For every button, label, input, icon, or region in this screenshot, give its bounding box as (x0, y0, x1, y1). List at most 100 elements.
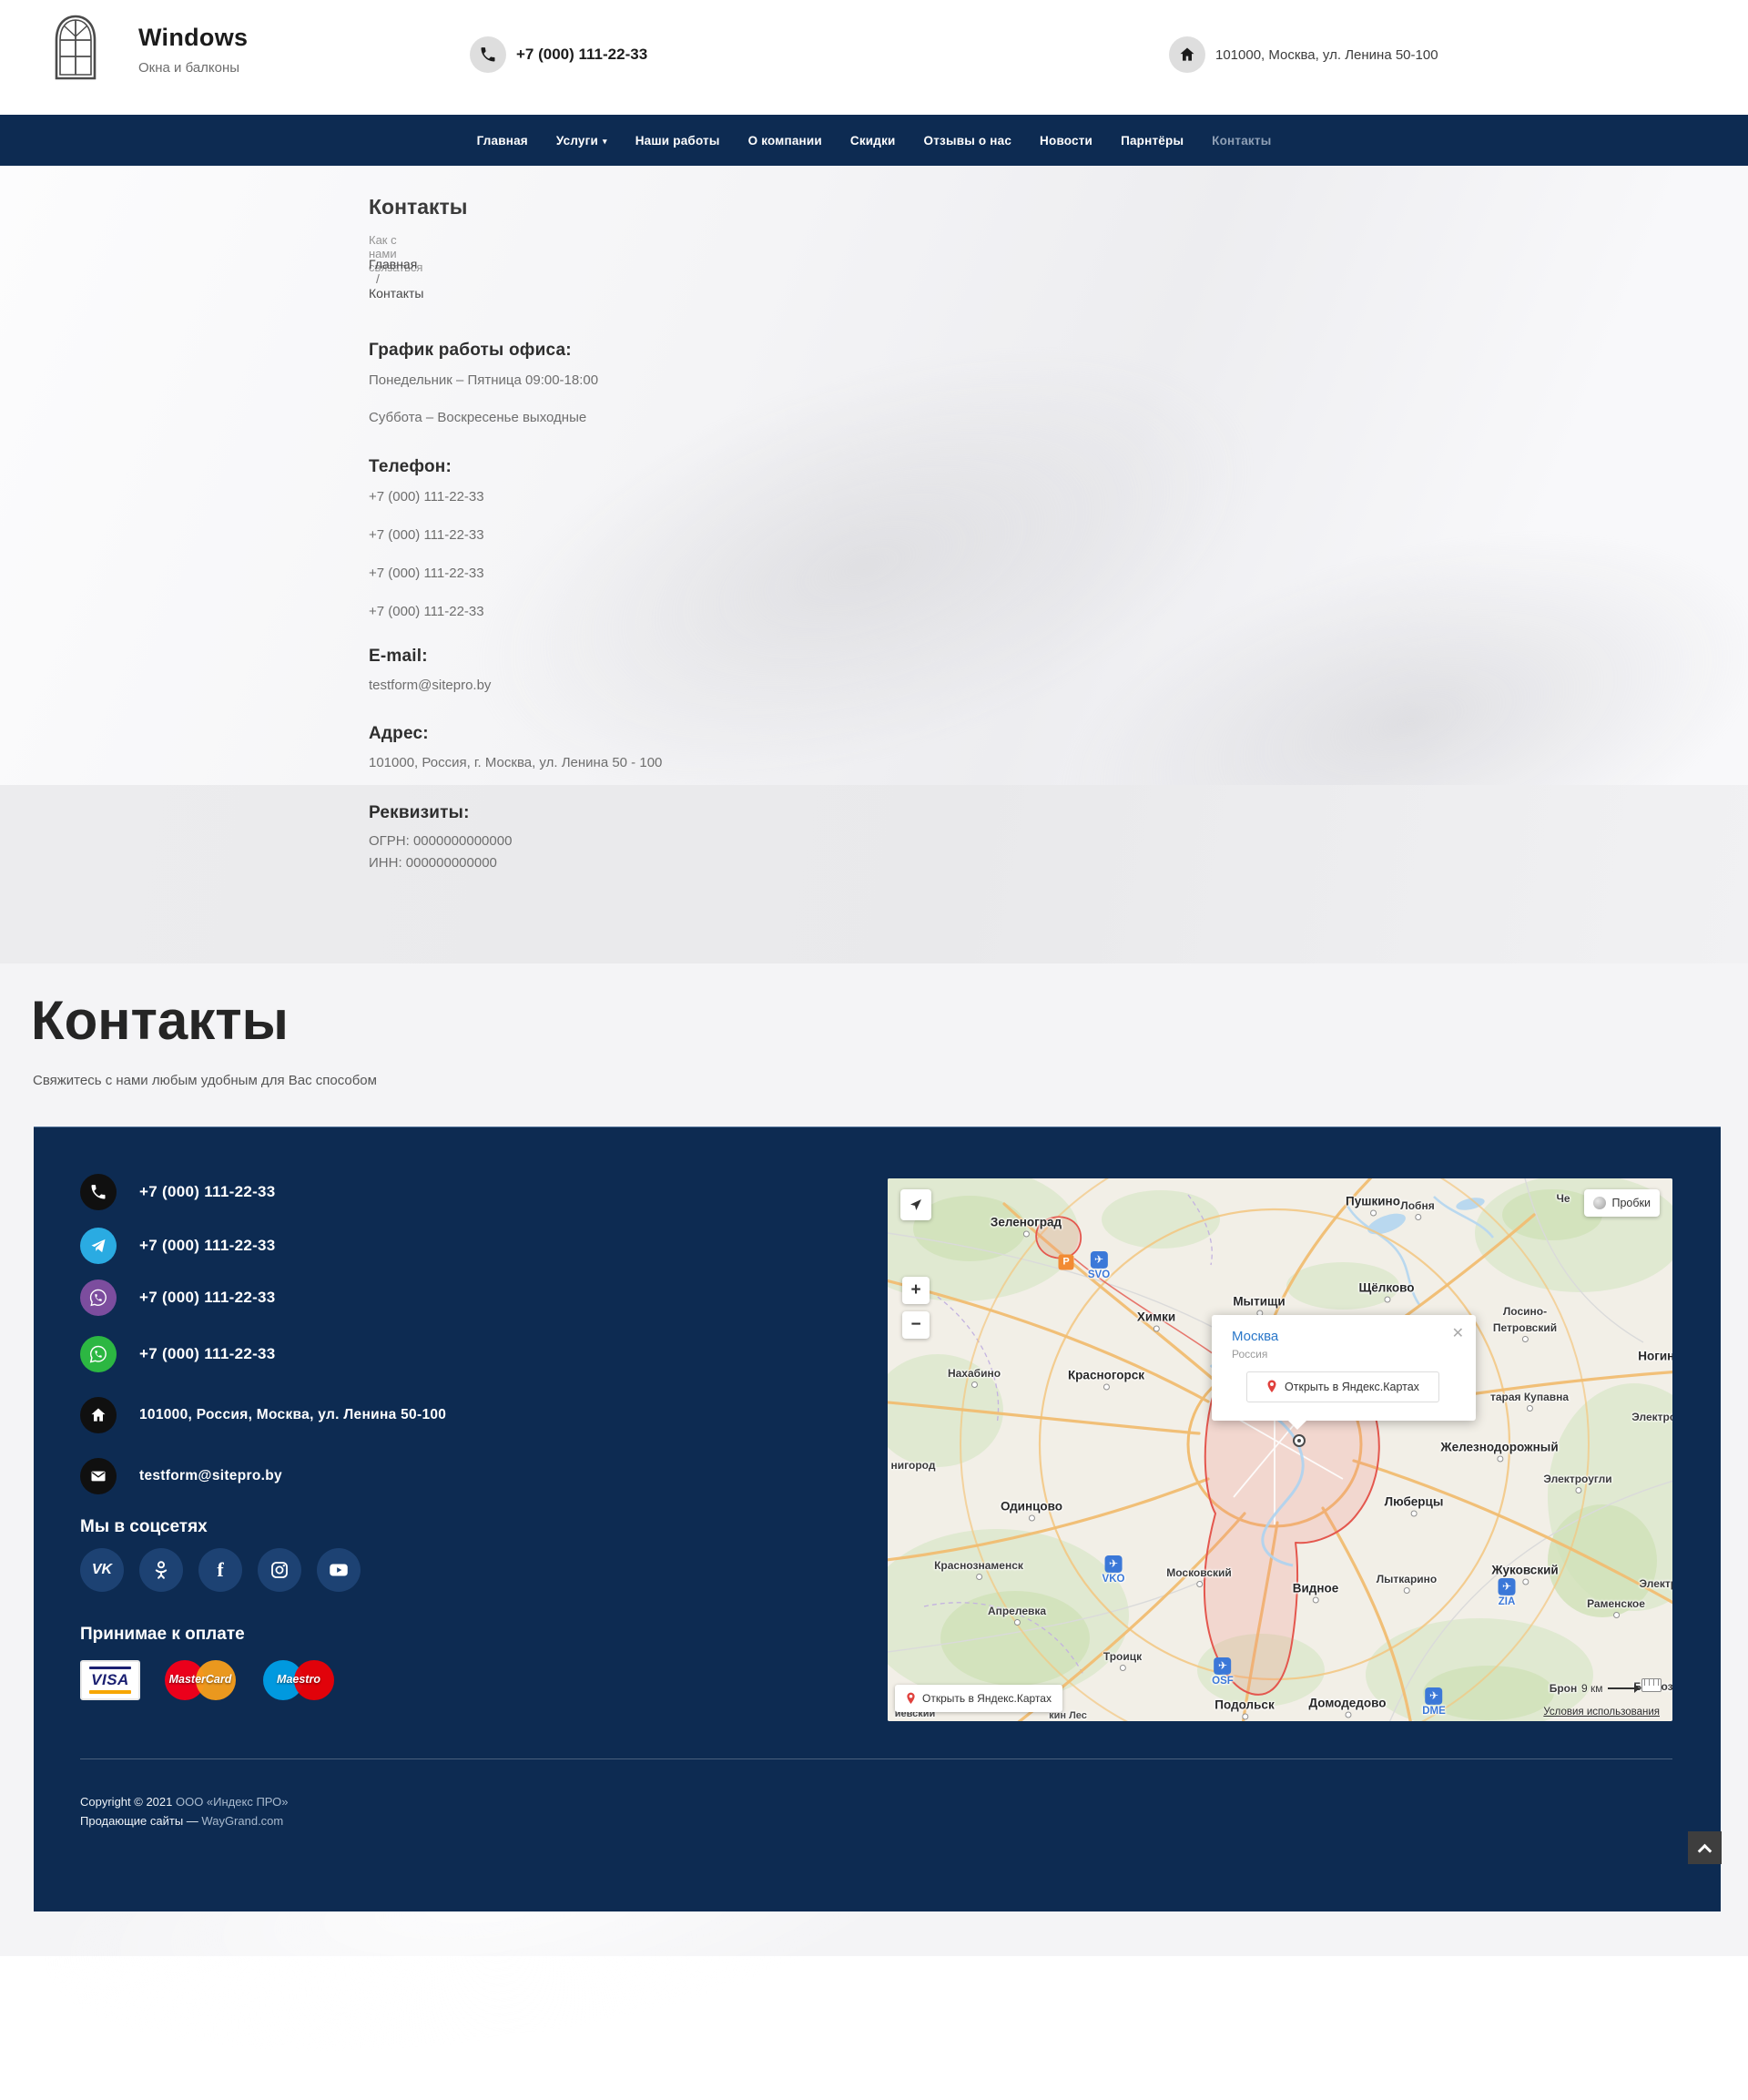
traffic-button[interactable]: Пробки (1584, 1189, 1661, 1217)
phone-icon (80, 1174, 117, 1210)
zoom-in-button[interactable]: + (902, 1277, 930, 1304)
map-city-label: Троицк (1103, 1650, 1142, 1663)
plane-icon: ✈ (1214, 1657, 1231, 1675)
site-header: Windows Окна и балконы +7 (000) 111-22-3… (0, 0, 1748, 115)
footer-email-row[interactable]: testform@sitepro.by (80, 1458, 282, 1494)
open-in-yandex-bottom-label: Открыть в Яндекс.Картах (922, 1692, 1052, 1705)
zoom-out-button[interactable]: − (902, 1311, 930, 1339)
email-value[interactable]: testform@sitepro.by (369, 678, 491, 693)
nav-item[interactable]: Парнтёры (1121, 134, 1184, 148)
requisites-heading: Реквизиты: (369, 803, 470, 823)
plane-icon: ✈ (1104, 1555, 1122, 1573)
map-city-label: Подольск (1214, 1698, 1274, 1712)
payments-row: VISA MasterCard Maestro (80, 1656, 337, 1705)
popup-country: Россия (1232, 1348, 1456, 1361)
window-logo-icon[interactable] (53, 13, 98, 87)
contacts-section-subtitle: Свяжитесь с нами любым удобным для Вас с… (33, 1073, 377, 1088)
ruler-icon[interactable] (1641, 1678, 1662, 1692)
copyright-prefix: Copyright © 2021 (80, 1795, 172, 1809)
plane-icon: ✈ (1426, 1687, 1443, 1705)
footer-whatsapp-row[interactable]: +7 (000) 111-22-33 (80, 1336, 276, 1372)
breadcrumb: Главная / Контакты (369, 257, 423, 301)
footer-viber-row[interactable]: +7 (000) 111-22-33 (80, 1279, 276, 1316)
page-background-mid (0, 785, 1748, 963)
instagram-icon[interactable] (258, 1548, 301, 1592)
phone-number[interactable]: +7 (000) 111-22-33 (369, 604, 484, 619)
address-value: 101000, Россия, г. Москва, ул. Ленина 50… (369, 755, 662, 770)
footer-phone-row[interactable]: +7 (000) 111-22-33 (80, 1174, 276, 1210)
map-city-label: тарая Купавна (1490, 1391, 1569, 1403)
airport-marker: ✈SVO (1088, 1251, 1110, 1280)
ogrn-value: ОГРН: 0000000000000 (369, 833, 512, 849)
map-city-label: Краснознаменск (934, 1559, 1023, 1572)
scroll-to-top-button[interactable] (1688, 1831, 1722, 1864)
footer-telegram-row[interactable]: +7 (000) 111-22-33 (80, 1228, 276, 1264)
page-background-top (0, 166, 1748, 785)
nav-item[interactable]: Наши работы (635, 134, 720, 148)
header-phone[interactable]: +7 (000) 111-22-33 (516, 46, 647, 64)
phone-number[interactable]: +7 (000) 111-22-33 (369, 489, 484, 505)
home-icon (1169, 36, 1205, 73)
airport-code: DME (1422, 1706, 1446, 1717)
phone-number[interactable]: +7 (000) 111-22-33 (369, 566, 484, 581)
nav-item[interactable]: Скидки (850, 134, 896, 148)
airport-code: SVO (1088, 1269, 1110, 1280)
nav-item[interactable]: Отзывы о нас (924, 134, 1012, 148)
vk-icon[interactable]: VK (80, 1548, 124, 1592)
map-city-label: Жуковский (1491, 1564, 1558, 1577)
plane-icon: ✈ (1090, 1251, 1107, 1269)
map-city-label: Че (1556, 1192, 1570, 1205)
popup-city-link[interactable]: Москва (1232, 1329, 1456, 1344)
close-icon[interactable]: ✕ (1452, 1324, 1464, 1342)
footer-address-row: 101000, Россия, Москва, ул. Ленина 50-10… (80, 1397, 446, 1433)
airport-marker: ✈VKO (1103, 1555, 1125, 1585)
email-heading: E-mail: (369, 647, 428, 667)
address-heading: Адрес: (369, 724, 429, 744)
open-in-yandex-button[interactable]: Открыть в Яндекс.Картах (1246, 1371, 1439, 1402)
map-city-label: Железнодорожный (1440, 1441, 1558, 1454)
copyright-company-link[interactable]: ООО «Индекс ПРО» (176, 1795, 289, 1809)
youtube-icon[interactable] (317, 1548, 361, 1592)
geolocation-button[interactable] (900, 1189, 931, 1220)
visa-logo: VISA (80, 1660, 140, 1700)
breadcrumb-separator: / (376, 271, 380, 286)
brand-title[interactable]: Windows (138, 24, 248, 52)
social-heading: Мы в соцсетях (80, 1517, 208, 1537)
map-city-label: Апрелевка (988, 1605, 1046, 1617)
map-scale-label: 9 км (1581, 1682, 1603, 1695)
map-city-label: Брон (1550, 1682, 1578, 1695)
header-address: 101000, Москва, ул. Ленина 50-100 (1215, 47, 1438, 63)
telegram-icon (80, 1228, 117, 1264)
map-popup: Москва Россия ✕ Открыть в Яндекс.Картах (1212, 1315, 1476, 1421)
map-city-label: Одинцово (1001, 1500, 1062, 1514)
chevron-up-icon (1698, 1843, 1712, 1858)
yandex-map[interactable]: ЗеленоградЛобняПушкиноЧеМытищиЩёлковоЛос… (888, 1178, 1672, 1721)
social-row: VK f (80, 1548, 361, 1592)
brand-subtitle: Окна и балконы (138, 60, 239, 76)
schedule-line: Суббота – Воскресенье выходные (369, 410, 586, 425)
nav-item[interactable]: Новости (1040, 134, 1092, 148)
nav-item[interactable]: О компании (748, 134, 822, 148)
map-city-label: Пушкино (1346, 1195, 1400, 1208)
footer-phone-value: +7 (000) 111-22-33 (139, 1183, 276, 1201)
copyright-developer-link[interactable]: WayGrand.com (201, 1814, 283, 1828)
traffic-label: Пробки (1612, 1197, 1651, 1209)
footer-viber-value: +7 (000) 111-22-33 (139, 1289, 276, 1307)
nav-item[interactable]: Услуги (556, 134, 607, 148)
breadcrumb-home[interactable]: Главная (369, 257, 417, 271)
nav-item[interactable]: Главная (477, 134, 528, 148)
main-nav: Главная Услуги Наши работы О компании Ск… (0, 115, 1748, 166)
map-pin-icon (906, 1692, 916, 1706)
terms-link[interactable]: Условия использования (1543, 1707, 1660, 1718)
facebook-icon[interactable]: f (198, 1548, 242, 1592)
open-in-yandex-label: Открыть в Яндекс.Картах (1285, 1381, 1419, 1393)
phone-number[interactable]: +7 (000) 111-22-33 (369, 527, 484, 543)
plane-icon: ✈ (1499, 1578, 1516, 1595)
open-in-yandex-bottom-button[interactable]: Открыть в Яндекс.Картах (895, 1685, 1062, 1712)
nav-item[interactable]: Контакты (1212, 134, 1271, 148)
map-city-label: Щёлково (1358, 1281, 1414, 1295)
map-city-label: Петровский (1493, 1321, 1557, 1334)
airport-marker: ✈DME (1422, 1687, 1446, 1717)
map-city-label: Электроугли (1543, 1473, 1611, 1485)
odnoklassniki-icon[interactable] (139, 1548, 183, 1592)
